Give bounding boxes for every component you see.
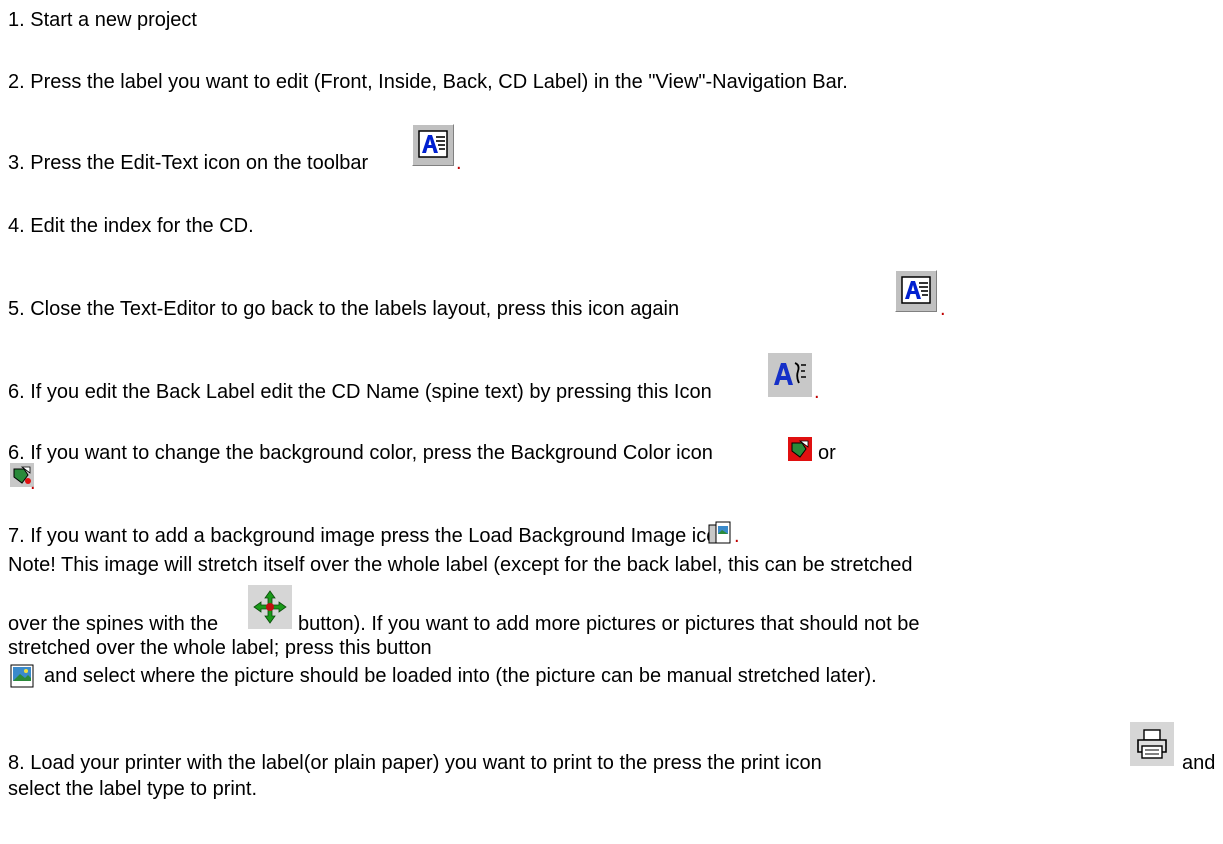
note-line-1: Note! This image will stretch itself ove… <box>8 554 913 576</box>
note-line-4: and select where the picture should be l… <box>44 665 877 687</box>
step-4: 4. Edit the index for the CD. <box>8 215 254 237</box>
edit-text-icon-again[interactable] <box>895 270 937 312</box>
step-7: 7. If you want to add a background image… <box>8 525 729 547</box>
note-line-2a: over the spines with the <box>8 613 219 635</box>
load-background-image-icon[interactable] <box>708 521 732 545</box>
note-line-3: stretched over the whole label; press th… <box>8 637 432 659</box>
stretch-spines-icon[interactable] <box>248 585 292 629</box>
period-mark: . <box>814 381 820 403</box>
note-line-2b: button). If you want to add more picture… <box>298 613 920 635</box>
or-text: or <box>818 442 836 464</box>
step-3-text: 3. Press the Edit-Text icon on the toolb… <box>8 152 369 174</box>
step-6-spine: 6. If you edit the Back Label edit the C… <box>8 381 712 403</box>
period-mark: . <box>940 298 946 320</box>
spine-text-icon[interactable] <box>768 353 812 397</box>
period-mark: . <box>30 472 36 494</box>
add-picture-icon[interactable] <box>10 664 34 688</box>
edit-text-icon[interactable] <box>412 124 454 166</box>
period-mark: . <box>456 152 462 174</box>
step-6-background: 6. If you want to change the background … <box>8 442 713 464</box>
step-8-text: 8. Load your printer with the label(or p… <box>8 752 822 774</box>
print-icon[interactable] <box>1130 722 1174 766</box>
period-mark: . <box>734 525 740 547</box>
step-5-text: 5. Close the Text-Editor to go back to t… <box>8 298 680 320</box>
background-color-icon[interactable] <box>788 437 812 461</box>
and-text: and <box>1182 752 1216 774</box>
step-8-continued: select the label type to print. <box>8 778 258 800</box>
step-2: 2. Press the label you want to edit (Fro… <box>8 71 848 93</box>
step-1: 1. Start a new project <box>8 9 197 31</box>
